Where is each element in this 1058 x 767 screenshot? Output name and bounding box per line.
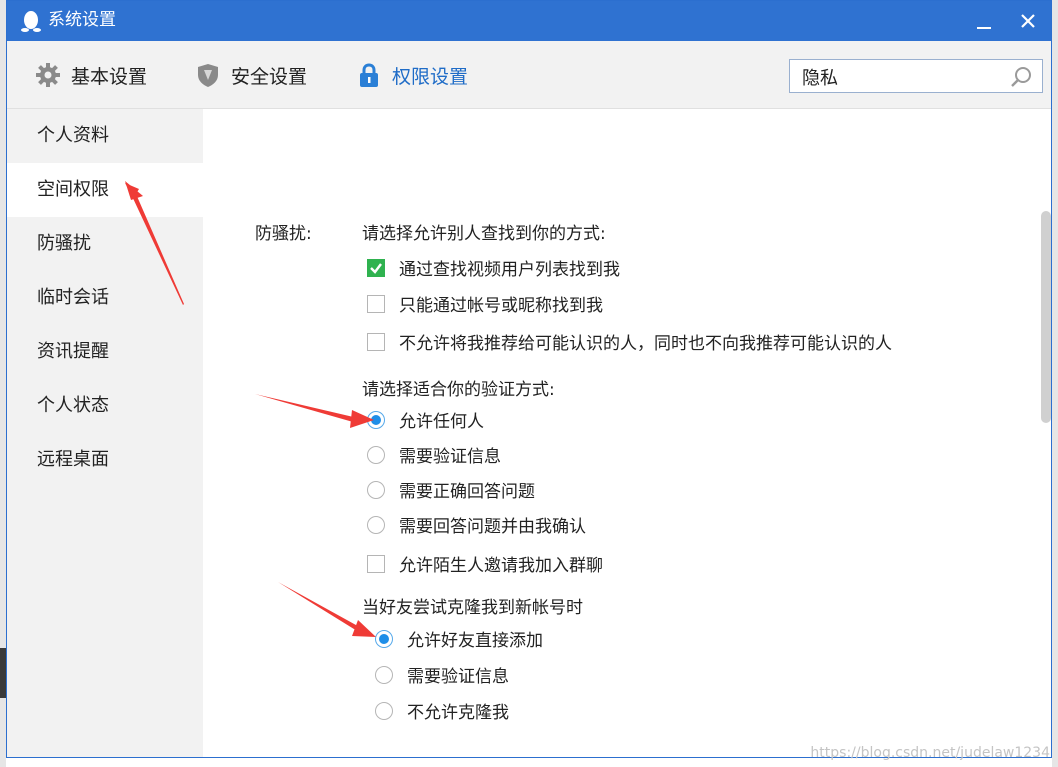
settings-content: 防骚扰: 请选择允许别人查找到你的方式: 通过查找视频用户列表找到我 只能通过帐…: [203, 109, 1051, 757]
search-box[interactable]: [789, 59, 1043, 93]
window-title: 系统设置: [48, 10, 116, 30]
option-label: 通过查找视频用户列表找到我: [399, 260, 620, 280]
radio-selected[interactable]: [367, 410, 385, 429]
search-input[interactable]: [800, 64, 1004, 90]
settings-toolbar: 基本设置 安全设置 权限设置: [7, 41, 1051, 109]
close-icon: [1021, 14, 1035, 28]
option-label: 需要回答问题并由我确认: [399, 517, 586, 537]
find-question: 请选择允许别人查找到你的方式:: [362, 224, 606, 244]
radio-selected[interactable]: [375, 629, 393, 648]
title-bar[interactable]: 系统设置: [7, 1, 1051, 41]
find-option-video-list[interactable]: 通过查找视频用户列表找到我: [367, 255, 620, 280]
radio[interactable]: [367, 480, 385, 499]
option-label: 允许好友直接添加: [407, 631, 543, 651]
tab-permission-settings[interactable]: 权限设置: [356, 59, 468, 91]
sidebar-item-temp-chat[interactable]: 临时会话: [7, 271, 203, 325]
find-option-no-recommend[interactable]: 不允许将我推荐给可能认识的人，同时也不向我推荐可能认识的人: [367, 329, 892, 354]
clone-option-allow[interactable]: 允许好友直接添加: [375, 626, 543, 651]
sidebar-item-status[interactable]: 个人状态: [7, 379, 203, 433]
shield-icon: [198, 64, 218, 87]
radio[interactable]: [367, 445, 385, 464]
watermark: https://blog.csdn.net/judelaw1234: [810, 745, 1050, 761]
clone-question: 当好友尝试克隆我到新帐号时: [362, 598, 583, 618]
penguin-logo-icon: [21, 11, 41, 32]
tab-security-settings[interactable]: 安全设置: [195, 59, 307, 91]
checkbox[interactable]: [367, 294, 385, 313]
checkbox[interactable]: [367, 332, 385, 351]
option-label: 不允许克隆我: [407, 703, 509, 723]
lock-icon: [360, 63, 378, 87]
tab-basic-settings[interactable]: 基本设置: [35, 59, 147, 91]
verify-option-anyone[interactable]: 允许任何人: [367, 407, 484, 432]
tab-basic-label: 基本设置: [71, 65, 148, 88]
section-label: 防骚扰:: [255, 224, 312, 244]
close-button[interactable]: [1011, 5, 1045, 37]
radio[interactable]: [367, 515, 385, 534]
settings-sidebar: 个人资料 空间权限 防骚扰 临时会话 资讯提醒 个人状态 远程桌面: [7, 109, 203, 757]
settings-window: 系统设置 基本设置 安全设置 权限设置 隐私 个人资料 空间权限 防骚扰 临时会…: [6, 0, 1052, 758]
gear-icon: [36, 63, 60, 87]
minimize-button[interactable]: [967, 5, 1001, 37]
option-label: 需要正确回答问题: [399, 482, 535, 502]
clone-option-verify[interactable]: 需要验证信息: [375, 662, 509, 687]
option-label: 允许任何人: [399, 412, 484, 432]
search-icon[interactable]: [1010, 65, 1034, 89]
verify-option-info[interactable]: 需要验证信息: [367, 442, 501, 467]
sidebar-item-anti-harassment[interactable]: 防骚扰: [7, 217, 203, 271]
verify-option-answer[interactable]: 需要正确回答问题: [367, 477, 535, 502]
clone-option-deny[interactable]: 不允许克隆我: [375, 698, 509, 723]
sidebar-item-profile[interactable]: 个人资料: [7, 109, 203, 163]
sidebar-item-space-permissions[interactable]: 空间权限: [7, 163, 203, 217]
option-label: 需要验证信息: [399, 447, 501, 467]
verify-option-answer-confirm[interactable]: 需要回答问题并由我确认: [367, 512, 586, 537]
checkbox[interactable]: [367, 554, 385, 573]
minimize-icon: [977, 27, 991, 29]
verify-question: 请选择适合你的验证方式:: [362, 380, 555, 400]
find-option-account-only[interactable]: 只能通过帐号或昵称找到我: [367, 291, 603, 316]
group-invite-option[interactable]: 允许陌生人邀请我加入群聊: [367, 551, 603, 576]
radio[interactable]: [375, 701, 393, 720]
option-label: 不允许将我推荐给可能认识的人，同时也不向我推荐可能认识的人: [399, 334, 892, 354]
option-label: 只能通过帐号或昵称找到我: [399, 296, 603, 316]
radio[interactable]: [375, 665, 393, 684]
checkmark-icon: [370, 262, 382, 274]
checkbox-checked[interactable]: [367, 258, 385, 277]
tab-permission-label: 权限设置: [392, 65, 469, 88]
scrollbar-thumb[interactable]: [1041, 211, 1051, 423]
background-edge-right: [1052, 0, 1058, 767]
tab-security-label: 安全设置: [231, 65, 308, 88]
sidebar-item-news-alerts[interactable]: 资讯提醒: [7, 325, 203, 379]
option-label: 需要验证信息: [407, 667, 509, 687]
option-label: 允许陌生人邀请我加入群聊: [399, 556, 603, 576]
sidebar-item-remote-desktop[interactable]: 远程桌面: [7, 433, 203, 487]
